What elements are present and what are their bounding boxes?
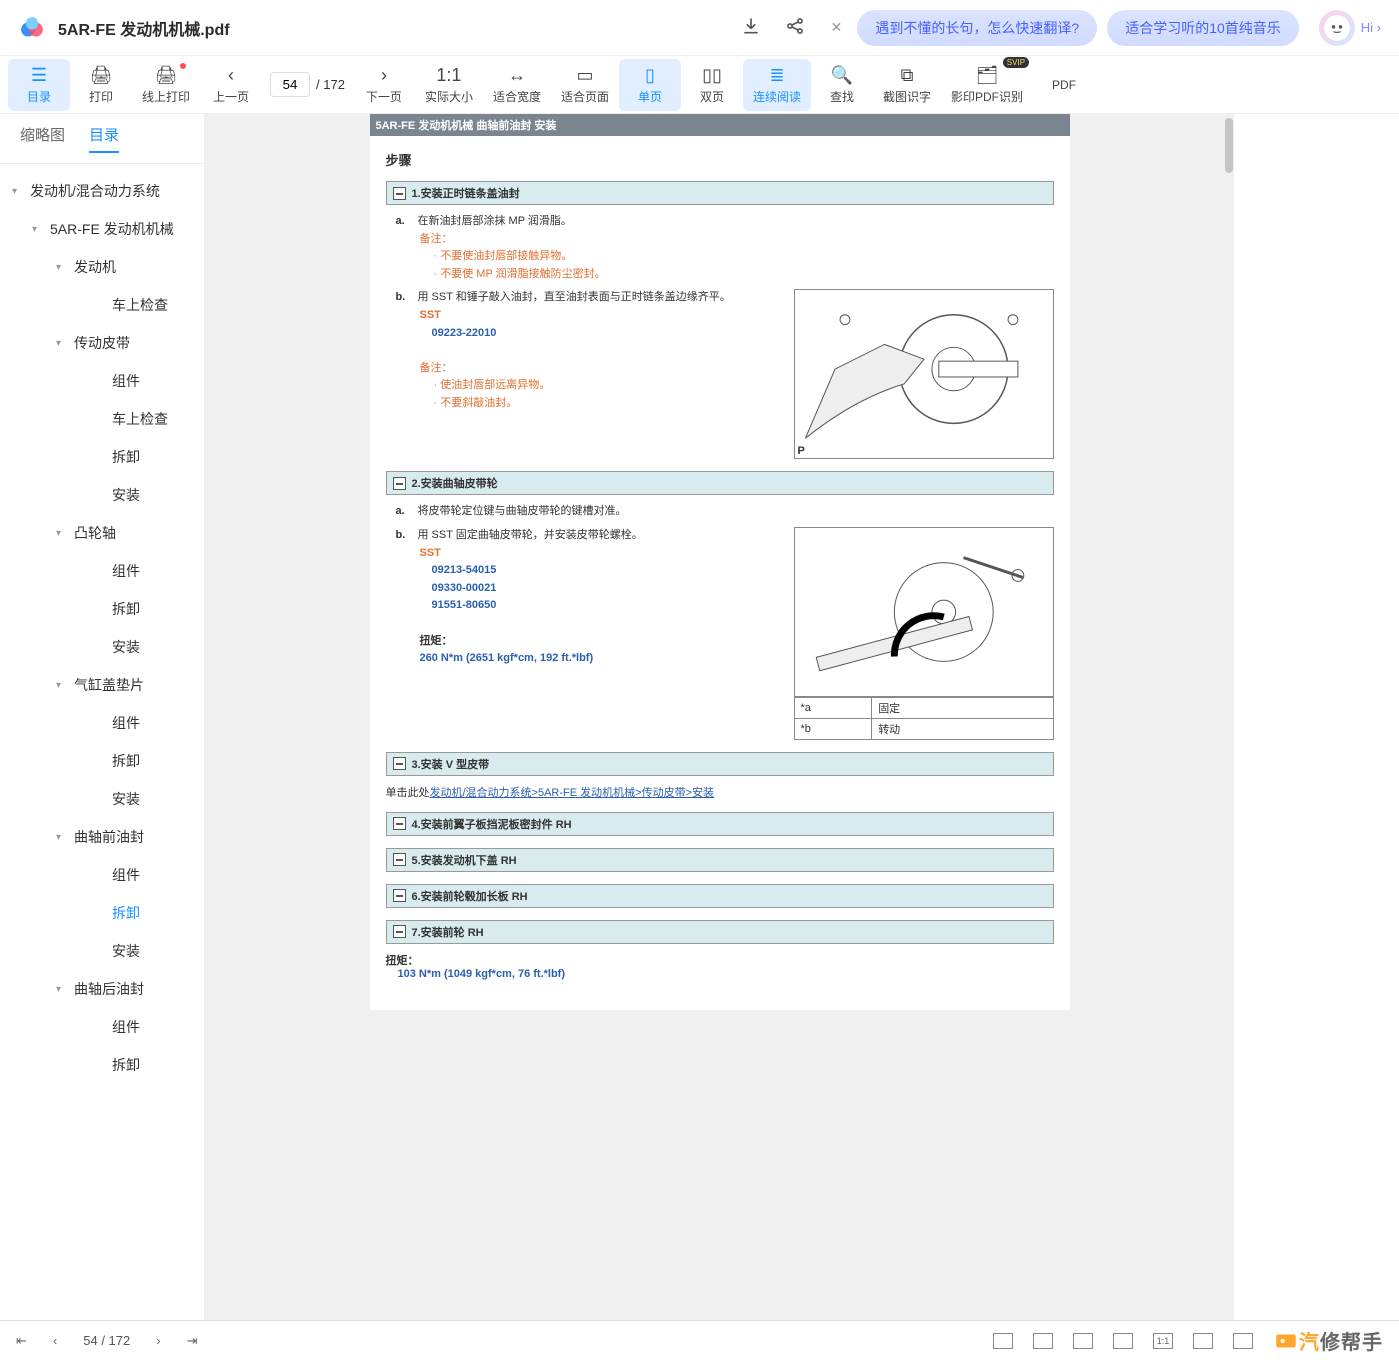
tree-item[interactable]: 安装: [0, 932, 204, 970]
collapse-icon[interactable]: [393, 925, 406, 938]
tree-item[interactable]: ▾5AR-FE 发动机机械: [0, 210, 204, 248]
tree-item[interactable]: ▾曲轴后油封: [0, 970, 204, 1008]
view-cont2-icon[interactable]: [1113, 1333, 1133, 1349]
figure-2: *a固定 *b转动: [794, 527, 1054, 740]
section-title: 步骤: [386, 150, 1054, 169]
step-1-bar: 1.安装正时链条盖油封: [386, 181, 1054, 205]
tree-item[interactable]: 安装: [0, 780, 204, 818]
tree-item[interactable]: 拆卸: [0, 1046, 204, 1084]
view-single-icon[interactable]: [993, 1333, 1013, 1349]
page-input-group: / 172: [270, 72, 345, 97]
toc-tree: ▾发动机/混合动力系统▾5AR-FE 发动机机械▾发动机车上检查▾传动皮带组件车…: [0, 164, 204, 1320]
tree-item[interactable]: ▾传动皮带: [0, 324, 204, 362]
title-bar: 5AR-FE 发动机机械.pdf ✕ 遇到不懂的长句，怎么快速翻译? 适合学习听…: [0, 0, 1399, 56]
breadcrumb-link[interactable]: 发动机/混合动力系统>5AR-FE 发动机机械>传动皮带>安装: [430, 787, 715, 799]
tb-actual-size[interactable]: 1:1实际大小: [415, 59, 483, 111]
tree-item[interactable]: ▾发动机: [0, 248, 204, 286]
tb-search[interactable]: 🔍查找: [811, 59, 873, 111]
nav-prev-icon[interactable]: ‹: [53, 1333, 57, 1348]
nav-first-icon[interactable]: ⇤: [16, 1333, 27, 1349]
status-bar: ⇤ ‹ 54 / 172 › ⇥ 1:1 汽修帮手: [0, 1320, 1399, 1360]
tree-item[interactable]: 组件: [0, 552, 204, 590]
view-mode-group: 1:1: [993, 1333, 1253, 1349]
view-fitp-icon[interactable]: [1233, 1333, 1253, 1349]
figure-1: P: [794, 289, 1054, 459]
page-header: 5AR-FE 发动机机械 曲轴前油封 安装: [370, 114, 1070, 136]
view-1to1-icon[interactable]: 1:1: [1153, 1333, 1173, 1349]
file-title: 5AR-FE 发动机机械.pdf: [58, 16, 741, 40]
step-3-bar: 3.安装 V 型皮带: [386, 752, 1054, 776]
status-page: 54 / 172: [83, 1333, 130, 1348]
collapse-icon[interactable]: [393, 477, 406, 490]
collapse-icon[interactable]: [393, 889, 406, 902]
promo-bar: ✕ 遇到不懂的长句，怎么快速翻译? 适合学习听的10首纯音乐 Hi ›: [805, 10, 1381, 46]
download-icon[interactable]: [741, 16, 761, 39]
tb-double-page[interactable]: ▯▯双页: [681, 59, 743, 111]
step-4-bar: 4.安装前翼子板挡泥板密封件 RH: [386, 812, 1054, 836]
tree-item[interactable]: 组件: [0, 704, 204, 742]
step-7-bar: 7.安装前轮 RH: [386, 920, 1054, 944]
tree-item[interactable]: 车上检查: [0, 400, 204, 438]
tb-single-page[interactable]: ▯单页: [619, 59, 681, 111]
tree-item[interactable]: 组件: [0, 362, 204, 400]
step-2-bar: 2.安装曲轴皮带轮: [386, 471, 1054, 495]
share-icon[interactable]: [785, 16, 805, 39]
tb-next[interactable]: ›下一页: [353, 59, 415, 111]
side-tab-toc[interactable]: 目录: [89, 124, 119, 153]
tree-item[interactable]: 拆卸: [0, 742, 204, 780]
toolbar: ☰目录 🖨打印 🖨线上打印 ‹上一页 / 172 ›下一页 1:1实际大小 ↔适…: [0, 56, 1399, 114]
tree-item[interactable]: ▾凸轮轴: [0, 514, 204, 552]
tree-item[interactable]: 安装: [0, 476, 204, 514]
promo-pill-1[interactable]: 遇到不懂的长句，怎么快速翻译?: [857, 10, 1097, 46]
tb-toc[interactable]: ☰目录: [8, 59, 70, 111]
right-margin: [1234, 114, 1399, 1320]
nav-next-icon[interactable]: ›: [156, 1333, 160, 1348]
collapse-icon[interactable]: [393, 853, 406, 866]
view-fitw-icon[interactable]: [1193, 1333, 1213, 1349]
view-double-icon[interactable]: [1033, 1333, 1053, 1349]
tb-online-print[interactable]: 🖨线上打印: [132, 59, 200, 111]
view-cont-icon[interactable]: [1073, 1333, 1093, 1349]
app-logo-icon: [18, 14, 46, 42]
tb-ocr[interactable]: ⧉截图识字: [873, 59, 941, 111]
tree-item[interactable]: 拆卸: [0, 590, 204, 628]
document-viewport[interactable]: 5AR-FE 发动机机械 曲轴前油封 安装 步骤 1.安装正时链条盖油封 a.在…: [205, 114, 1234, 1320]
tb-fit-page[interactable]: ▭适合页面: [551, 59, 619, 111]
tb-prev[interactable]: ‹上一页: [200, 59, 262, 111]
sidebar: 缩略图 目录 ▾发动机/混合动力系统▾5AR-FE 发动机机械▾发动机车上检查▾…: [0, 114, 205, 1320]
vertical-scrollbar[interactable]: [1224, 114, 1234, 1320]
page-total: / 172: [316, 77, 345, 92]
tree-item[interactable]: 组件: [0, 1008, 204, 1046]
tree-item[interactable]: 组件: [0, 856, 204, 894]
avatar-icon[interactable]: [1319, 10, 1355, 46]
tree-item[interactable]: ▾气缸盖垫片: [0, 666, 204, 704]
tree-item[interactable]: 车上检查: [0, 286, 204, 324]
step-5-bar: 5.安装发动机下盖 RH: [386, 848, 1054, 872]
collapse-icon[interactable]: [393, 817, 406, 830]
hi-label[interactable]: Hi ›: [1361, 20, 1381, 35]
promo-pill-2[interactable]: 适合学习听的10首纯音乐: [1107, 10, 1299, 46]
step-6-bar: 6.安装前轮毂加长板 RH: [386, 884, 1054, 908]
tree-item[interactable]: 安装: [0, 628, 204, 666]
tb-fit-width[interactable]: ↔适合宽度: [483, 59, 551, 111]
promo-close-icon[interactable]: ✕: [825, 17, 847, 39]
tree-item[interactable]: 拆卸: [0, 894, 204, 932]
tb-scan-pdf[interactable]: SVIP🗂影印PDF识别: [941, 59, 1033, 111]
tb-print[interactable]: 🖨打印: [70, 59, 132, 111]
page-number-input[interactable]: [270, 72, 310, 97]
tree-item[interactable]: 拆卸: [0, 438, 204, 476]
nav-last-icon[interactable]: ⇥: [187, 1333, 198, 1349]
watermark: 汽修帮手: [1273, 1326, 1383, 1355]
page-content: 5AR-FE 发动机机械 曲轴前油封 安装 步骤 1.安装正时链条盖油封 a.在…: [370, 114, 1070, 1010]
tree-item[interactable]: ▾发动机/混合动力系统: [0, 172, 204, 210]
tree-item[interactable]: ▾曲轴前油封: [0, 818, 204, 856]
tb-pdf[interactable]: PDF: [1033, 72, 1095, 98]
collapse-icon[interactable]: [393, 187, 406, 200]
side-tab-thumbnails[interactable]: 缩略图: [20, 124, 65, 153]
collapse-icon[interactable]: [393, 757, 406, 770]
tb-continuous[interactable]: ≣连续阅读: [743, 59, 811, 111]
